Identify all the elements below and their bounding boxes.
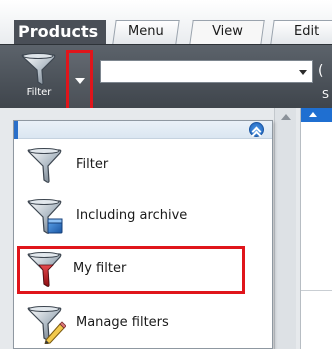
right-pane-header[interactable] xyxy=(301,108,332,122)
funnel-icon xyxy=(21,53,56,85)
menu-item-label: Including archive xyxy=(76,208,188,223)
tab-bar: Products Menu View Edit xyxy=(0,0,332,45)
filter-menu: Filter Including archive My filter Manag… xyxy=(13,120,273,349)
menu-item-my-filter[interactable]: My filter xyxy=(17,246,245,294)
right-pane xyxy=(300,108,332,349)
tab-menu[interactable]: Menu xyxy=(112,20,180,44)
ribbon-section-label: S xyxy=(322,88,329,101)
funnel-pencil-icon xyxy=(27,306,66,344)
menu-item-label: Manage filters xyxy=(76,315,169,330)
tab-view-label: View xyxy=(211,24,243,39)
menu-item-manage-filters[interactable]: Manage filters xyxy=(20,300,268,348)
menu-item-filter[interactable]: Filter xyxy=(20,142,268,190)
funnel-red-icon xyxy=(27,252,62,287)
filter-combo[interactable] xyxy=(100,60,313,83)
ribbon-toolbar: Filter ( S xyxy=(0,44,332,123)
caret-down-icon xyxy=(75,78,85,84)
divider xyxy=(301,290,332,291)
filter-button[interactable]: Filter xyxy=(16,50,62,104)
app-title: Products xyxy=(14,20,107,44)
app-window: Products Menu View Edit Filter (S Filte… xyxy=(0,0,332,349)
menu-item-label: My filter xyxy=(73,261,127,276)
collapse-icon[interactable] xyxy=(249,122,264,137)
menu-item-label: Filter xyxy=(76,157,109,172)
filter-button-label: Filter xyxy=(26,87,52,98)
menu-header xyxy=(14,121,272,139)
caret-down-icon xyxy=(299,70,307,75)
menu-accent-stripe xyxy=(14,121,18,139)
tab-menu-label: Menu xyxy=(128,24,164,39)
funnel-archive-icon xyxy=(27,199,63,234)
scrollbar[interactable] xyxy=(274,108,296,349)
scroll-up-icon[interactable] xyxy=(281,114,291,120)
tab-view[interactable]: View xyxy=(189,20,265,45)
combo-trailing-glyph: ( xyxy=(318,63,324,79)
menu-item-including-archive[interactable]: Including archive xyxy=(20,193,268,241)
tab-edit[interactable]: Edit xyxy=(270,20,332,44)
tab-edit-label: Edit xyxy=(294,24,320,39)
funnel-icon xyxy=(27,148,62,183)
